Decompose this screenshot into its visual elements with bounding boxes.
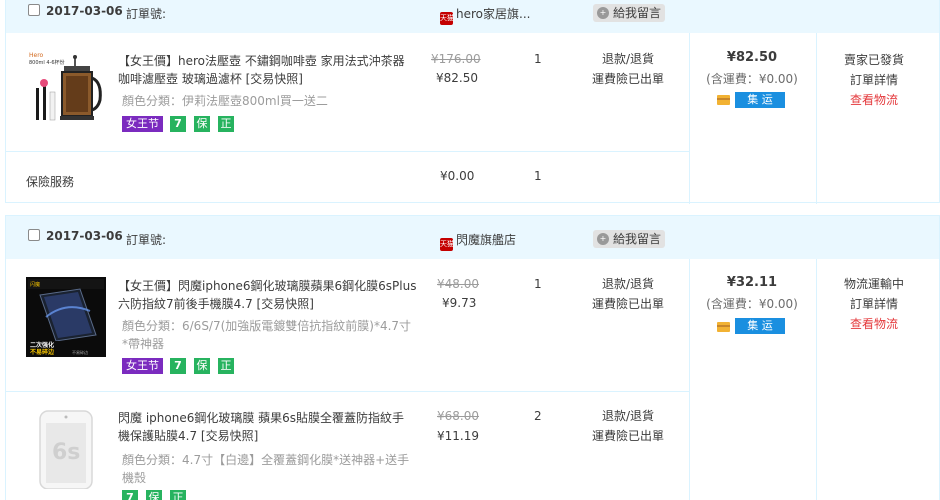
order-header: 2017-03-06 訂單號: 天猫 閃魔旗艦店 + 給我留言: [6, 216, 939, 259]
unit-price: ¥82.50: [436, 71, 478, 85]
genuine-badge[interactable]: 正: [218, 358, 234, 374]
shipping-insurance-note: 運費險已出單: [591, 297, 664, 311]
queen-festival-badge[interactable]: 女王节: [122, 358, 163, 374]
product-title-link[interactable]: 【女王價】閃魔iphone6鋼化玻璃膜蘋果6鋼化膜6sPlus 六防指紋7前後手…: [118, 277, 418, 313]
row-divider: [6, 391, 690, 392]
total-shipping: (含運費：¥0.00): [706, 72, 798, 86]
insurance-service-label: 保險服務: [26, 175, 75, 189]
product-thumbnail[interactable]: Hero 800ml 4-6杯份: [26, 48, 106, 128]
insurance-badge[interactable]: 保: [194, 116, 210, 132]
screen-protector-image: 闪魔 二次强化 不易碎边 不易碎边: [26, 277, 106, 357]
message-icon: +: [597, 7, 609, 19]
product-title-link[interactable]: 【女王價】hero法壓壺 不鏽鋼咖啡壺 家用法式沖茶器 咖啡濾壓壺 玻璃過濾杯 …: [118, 52, 418, 88]
view-logistics-link[interactable]: 查看物流: [824, 90, 924, 110]
shop-name: 閃魔旗艦店: [456, 233, 517, 247]
view-logistics-link[interactable]: 查看物流: [824, 314, 924, 334]
product-thumbnail[interactable]: 6s: [26, 409, 106, 489]
unit-price: ¥9.73: [442, 296, 477, 310]
order-total: ¥82.50: [726, 50, 778, 65]
service-price: ¥0.00: [440, 169, 475, 183]
product-spec: 顏色分類：伊莉法壓壺800ml買一送二: [122, 94, 328, 108]
credit-card-icon: [717, 322, 730, 332]
order-date: 2017-03-06: [46, 4, 123, 18]
original-price: ¥176.00: [431, 52, 481, 66]
message-icon: +: [597, 233, 609, 245]
svg-text:闪魔: 闪魔: [30, 281, 40, 288]
order-number-label: 訂單號:: [126, 233, 167, 247]
tmall-icon: 天猫: [440, 238, 454, 251]
genuine-badge[interactable]: 正: [170, 490, 186, 500]
tmall-icon: 天猫: [440, 12, 454, 25]
order-card: 2017-03-06 訂單號: 天猫 hero家居旗... + 給我留言 Hero …: [5, 0, 940, 204]
consolidated-shipping-badge[interactable]: 集 运: [735, 318, 785, 334]
row-divider: [6, 151, 690, 152]
status-text: 賣家已發貨: [843, 53, 904, 67]
credit-card-icon: [717, 95, 730, 105]
white-screen-protector-image: 6s: [26, 409, 106, 489]
product-spec: 顏色分類：4.7寸【白邊】全覆蓋鋼化膜*送神器+送手 機殼: [122, 453, 410, 485]
shipping-insurance-note: 運費險已出單: [591, 72, 664, 86]
svg-text:不易碎边: 不易碎边: [72, 349, 88, 355]
shop-link[interactable]: 天猫 閃魔旗艦店: [440, 231, 516, 251]
french-press-image: Hero 800ml 4-6杯份: [26, 48, 106, 128]
order-date: 2017-03-06: [46, 229, 123, 243]
order-card: 2017-03-06 訂單號: 天猫 閃魔旗艦店 + 給我留言 闪魔 二次强化 不易…: [5, 215, 940, 500]
seven-day-return-badge[interactable]: 7: [122, 490, 138, 500]
unit-price: ¥11.19: [437, 429, 479, 443]
product-title-link[interactable]: 閃魔 iphone6鋼化玻璃膜 蘋果6s貼膜全覆蓋防指紋手 機保護貼膜4.7 […: [118, 409, 418, 445]
shop-link[interactable]: 天猫 hero家居旗...: [440, 5, 530, 25]
seven-day-return-badge[interactable]: 7: [170, 116, 186, 132]
order-header: 2017-03-06 訂單號: 天猫 hero家居旗... + 給我留言: [6, 0, 939, 33]
shipping-insurance-note: 運費險已出單: [591, 429, 664, 443]
total-shipping: (含運費：¥0.00): [706, 297, 798, 311]
refund-link[interactable]: 退款/退貨: [578, 406, 678, 426]
svg-text:6s: 6s: [52, 440, 80, 465]
seven-day-return-badge[interactable]: 7: [170, 358, 186, 374]
status-text: 物流運輸中: [843, 277, 904, 291]
svg-text:800ml 4-6杯份: 800ml 4-6杯份: [29, 59, 65, 66]
refund-actions: 退款/退貨 運費險已出單: [578, 406, 678, 446]
order-status: 物流運輸中 訂單詳情 查看物流: [824, 274, 924, 334]
refund-actions: 退款/退貨 運費險已出單: [578, 49, 678, 89]
refund-link[interactable]: 退款/退貨: [578, 274, 678, 294]
order-detail-link[interactable]: 訂單詳情: [824, 294, 924, 314]
order-status: 賣家已發貨 訂單詳情 查看物流: [824, 50, 924, 110]
order-detail-link[interactable]: 訂單詳情: [824, 70, 924, 90]
service-quantity: 1: [534, 169, 542, 183]
order-total: ¥32.11: [726, 275, 778, 290]
order-checkbox[interactable]: [28, 229, 40, 241]
order-checkbox[interactable]: [28, 4, 40, 16]
svg-text:Hero: Hero: [29, 52, 44, 59]
genuine-badge[interactable]: 正: [218, 116, 234, 132]
message-button[interactable]: + 給我留言: [593, 230, 666, 248]
message-button[interactable]: + 給我留言: [593, 4, 666, 22]
original-price: ¥68.00: [437, 409, 479, 423]
original-price: ¥48.00: [437, 277, 479, 291]
product-thumbnail[interactable]: 闪魔 二次强化 不易碎边 不易碎边: [26, 277, 106, 357]
shop-name: hero家居旗...: [456, 7, 531, 21]
refund-link[interactable]: 退款/退貨: [578, 49, 678, 69]
order-number-label: 訂單號:: [126, 7, 167, 21]
refund-actions: 退款/退貨 運費險已出單: [578, 274, 678, 314]
insurance-badge[interactable]: 保: [194, 358, 210, 374]
insurance-badge[interactable]: 保: [146, 490, 162, 500]
product-spec: 顏色分類：6/6S/7(加強版電鍍雙倍抗指紋前膜)*4.7寸 *帶神器: [122, 319, 412, 351]
quantity: 1: [534, 277, 542, 291]
queen-festival-badge[interactable]: 女王节: [122, 116, 163, 132]
consolidated-shipping-badge[interactable]: 集 运: [735, 92, 785, 108]
svg-text:不易碎边: 不易碎边: [30, 348, 55, 356]
quantity: 2: [534, 409, 542, 423]
svg-text:二次强化: 二次强化: [30, 341, 54, 349]
quantity: 1: [534, 52, 542, 66]
